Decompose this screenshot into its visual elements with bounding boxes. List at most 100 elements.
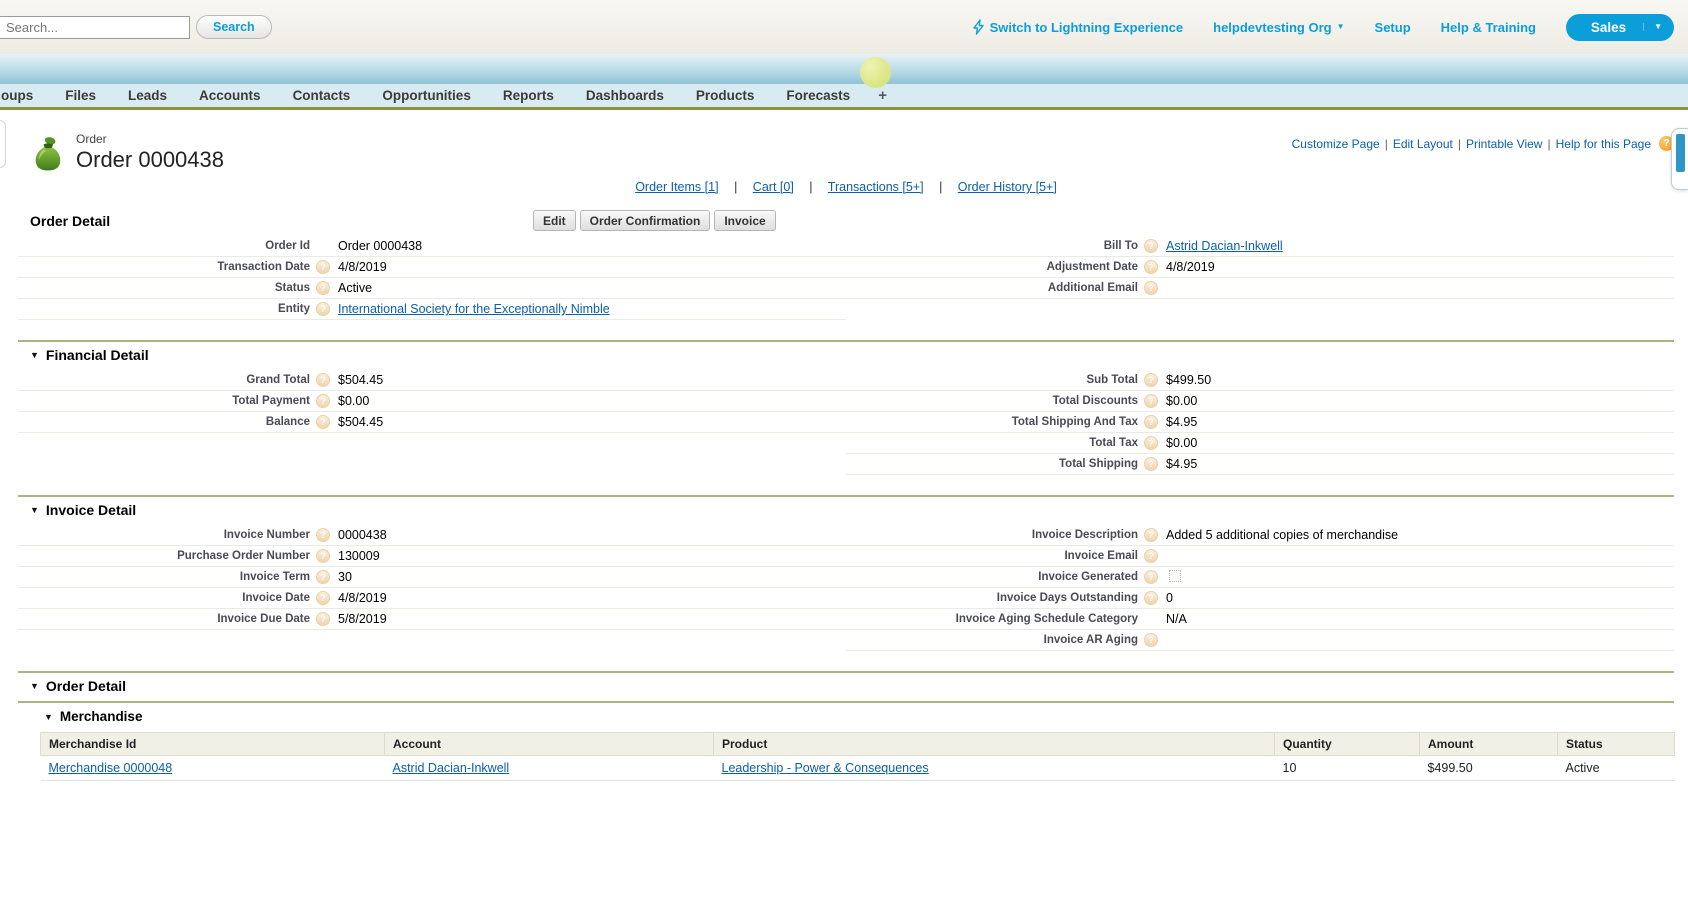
merchandise-id-link[interactable]: Merchandise 0000048 [49, 761, 173, 775]
tab-contacts[interactable]: Contacts [277, 88, 367, 103]
tab-leads[interactable]: Leads [112, 88, 183, 103]
field-row-grand-total: Grand Total?$504.45 [18, 370, 846, 391]
printable-view-link[interactable]: Printable View [1466, 137, 1543, 151]
tab-forecasts[interactable]: Forecasts [770, 88, 866, 103]
table-row: Merchandise 0000048 Astrid Dacian-Inkwel… [41, 756, 1675, 781]
field-row-sub-total: Sub Total?$499.50 [846, 370, 1674, 391]
section-title-order-detail-2[interactable]: ▼ Order Detail [18, 673, 1674, 701]
tab-files[interactable]: Files [49, 88, 112, 103]
tab-accounts[interactable]: Accounts [183, 88, 277, 103]
help-training-link[interactable]: Help & Training [1441, 20, 1536, 35]
field-help-icon[interactable]: ? [1144, 373, 1158, 387]
tab-groups[interactable]: oups [0, 88, 49, 103]
field-row-invoice-number: Invoice Number?0000438 [18, 525, 846, 546]
field-help-icon[interactable]: ? [316, 570, 330, 584]
account-link[interactable]: Astrid Dacian-Inkwell [393, 761, 510, 775]
tab-opportunities[interactable]: Opportunities [366, 88, 487, 103]
section-title-invoice-detail[interactable]: ▼ Invoice Detail [18, 497, 1674, 525]
field-help-icon[interactable]: ? [1144, 260, 1158, 274]
merchandise-table: Merchandise Id Account Product Quantity … [40, 732, 1675, 781]
subsection-title-merchandise[interactable]: ▼ Merchandise [18, 701, 1674, 732]
theme-sun-circle [860, 57, 891, 88]
global-search: Search [0, 15, 272, 39]
financial-detail-section: ▼ Financial Detail Grand Total?$504.45 T… [18, 340, 1674, 475]
field-row-entity: Entity?International Society for the Exc… [18, 299, 846, 320]
field-help-icon[interactable]: ? [1144, 415, 1158, 429]
help-for-this-page-link[interactable]: Help for this Page [1556, 137, 1651, 151]
field-help-icon[interactable]: ? [1144, 457, 1158, 471]
title-block: Order Order 0000438 [76, 132, 224, 173]
field-row-total-payment: Total Payment?$0.00 [18, 391, 846, 412]
cart-link[interactable]: Cart [0] [753, 180, 794, 194]
app-menu-sales[interactable]: Sales ▼ [1566, 14, 1674, 41]
field-help-icon[interactable]: ? [1144, 528, 1158, 542]
field-row-balance: Balance?$504.45 [18, 412, 846, 433]
field-help-icon[interactable]: ? [316, 612, 330, 626]
search-button[interactable]: Search [196, 15, 272, 39]
field-row-order-id: Order IdOrder 0000438 [18, 236, 846, 257]
field-help-icon[interactable]: ? [316, 373, 330, 387]
field-row-invoice-ar-aging: Invoice AR Aging? [846, 630, 1674, 651]
field-row-purchase-order-number: Purchase Order Number?130009 [18, 546, 846, 567]
page-content: Order Order 0000438 Customize Page | Edi… [0, 110, 1688, 781]
section-title-financial-detail[interactable]: ▼ Financial Detail [18, 342, 1674, 370]
entity-link[interactable]: International Society for the Exceptiona… [335, 302, 610, 316]
field-row-total-shipping-and-tax: Total Shipping And Tax?$4.95 [846, 412, 1674, 433]
search-input[interactable] [0, 16, 190, 39]
invoice-button[interactable]: Invoice [714, 210, 775, 231]
col-status: Status [1558, 733, 1675, 756]
bill-to-link[interactable]: Astrid Dacian-Inkwell [1163, 239, 1283, 253]
org-menu[interactable]: helpdevtesting Org ▼ [1213, 20, 1344, 35]
order-money-bag-icon [30, 134, 66, 172]
field-help-icon[interactable]: ? [316, 528, 330, 542]
add-tab-button[interactable]: + [866, 87, 899, 104]
amount-cell: $499.50 [1420, 756, 1558, 781]
field-help-icon[interactable]: ? [1144, 633, 1158, 647]
order-items-link[interactable]: Order Items [1] [635, 180, 718, 194]
customize-page-link[interactable]: Customize Page [1292, 137, 1380, 151]
tab-dashboards[interactable]: Dashboards [570, 88, 680, 103]
collapse-triangle-icon: ▼ [30, 350, 39, 360]
product-link[interactable]: Leadership - Power & Consequences [722, 761, 929, 775]
field-row-invoice-email: Invoice Email? [846, 546, 1674, 567]
table-header-row: Merchandise Id Account Product Quantity … [41, 733, 1675, 756]
order-detail-head: Order Detail Edit Order Confirmation Inv… [18, 210, 1674, 236]
field-help-icon[interactable]: ? [316, 260, 330, 274]
order-history-link[interactable]: Order History [5+] [958, 180, 1057, 194]
col-merchandise-id: Merchandise Id [41, 733, 385, 756]
field-row-total-tax: Total Tax?$0.00 [846, 433, 1674, 454]
switch-to-lightning-link[interactable]: Switch to Lightning Experience [972, 19, 1184, 35]
left-column: Order IdOrder 0000438 Transaction Date?4… [18, 236, 846, 320]
field-help-icon[interactable]: ? [1144, 570, 1158, 584]
field-help-icon[interactable]: ? [1144, 436, 1158, 450]
top-links: Switch to Lightning Experience helpdevte… [972, 14, 1674, 41]
chevron-down-icon: ▼ [1643, 23, 1662, 31]
setup-link[interactable]: Setup [1375, 20, 1411, 35]
field-help-icon[interactable]: ? [316, 394, 330, 408]
invoice-detail-section: ▼ Invoice Detail Invoice Number?0000438 … [18, 495, 1674, 651]
main-tab-bar: oups Files Leads Accounts Contacts Oppor… [0, 84, 1688, 110]
field-help-icon[interactable]: ? [316, 281, 330, 295]
top-bar: Search Switch to Lightning Experience he… [0, 0, 1688, 54]
tab-reports[interactable]: Reports [487, 88, 570, 103]
field-help-icon[interactable]: ? [316, 549, 330, 563]
field-help-icon[interactable]: ? [316, 302, 330, 316]
edit-button[interactable]: Edit [533, 210, 576, 231]
tab-products[interactable]: Products [680, 88, 771, 103]
related-list-links: Order Items [1] | Cart [0] | Transaction… [18, 180, 1674, 194]
order-confirmation-button[interactable]: Order Confirmation [580, 210, 711, 231]
invoice-generated-checkbox [1169, 570, 1181, 582]
collapsed-side-panel-tab[interactable] [1671, 128, 1688, 190]
field-help-icon[interactable]: ? [316, 591, 330, 605]
field-help-icon[interactable]: ? [316, 415, 330, 429]
lightning-bolt-icon [972, 19, 985, 35]
field-help-icon[interactable]: ? [1144, 394, 1158, 408]
transactions-link[interactable]: Transactions [5+] [828, 180, 924, 194]
field-help-icon[interactable]: ? [1144, 239, 1158, 253]
collapse-triangle-icon: ▼ [30, 681, 39, 691]
field-help-icon[interactable]: ? [1144, 281, 1158, 295]
collapse-triangle-icon: ▼ [30, 505, 39, 515]
edit-layout-link[interactable]: Edit Layout [1393, 137, 1453, 151]
field-help-icon[interactable]: ? [1144, 549, 1158, 563]
field-help-icon[interactable]: ? [1144, 591, 1158, 605]
